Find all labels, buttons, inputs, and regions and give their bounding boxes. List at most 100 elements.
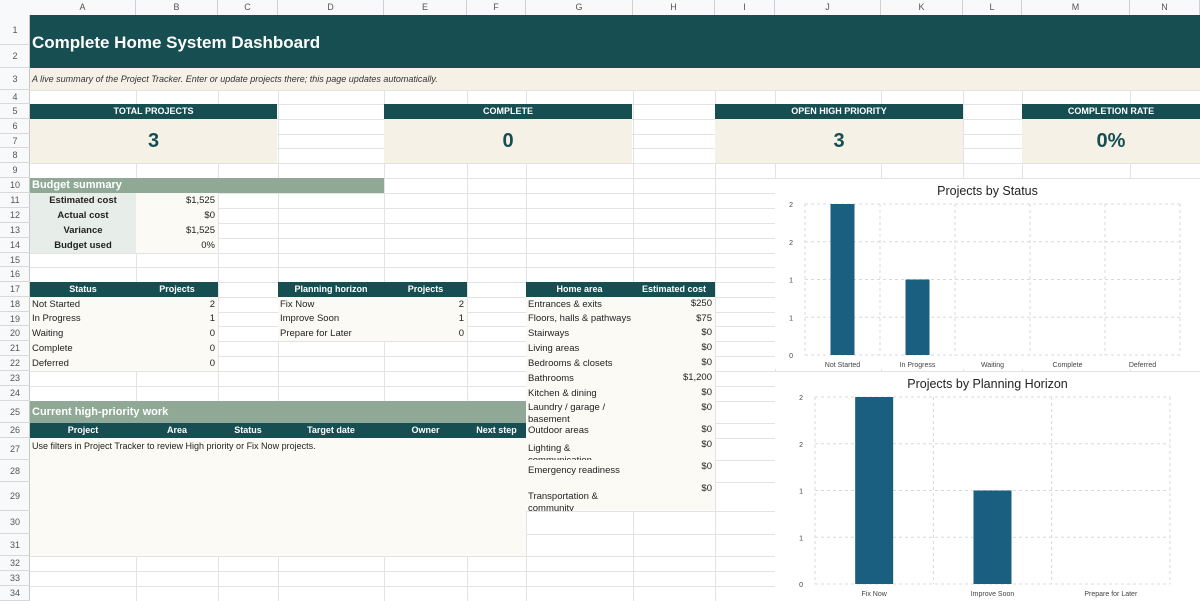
row-header[interactable]: 3 <box>0 68 30 90</box>
page-title: Complete Home System Dashboard <box>32 33 321 52</box>
column-header[interactable]: G <box>526 0 633 15</box>
status-table-row-label: Not Started <box>30 297 136 312</box>
row-header[interactable]: 29 <box>0 482 30 511</box>
area-table-row-value: $0 <box>701 461 712 472</box>
row-header[interactable]: 25 <box>0 401 30 423</box>
high-priority-header-cell: Next step <box>467 423 526 438</box>
chart-bar <box>830 204 855 355</box>
kpi-complete-label: COMPLETE <box>384 104 632 119</box>
row-header[interactable]: 11 <box>0 193 30 208</box>
area-table-row-label: Bedrooms & closets <box>528 357 613 369</box>
horizon-table-row-value: 0 <box>384 326 467 341</box>
area-table-row-label: Floors, halls & pathways <box>528 313 631 324</box>
row-header[interactable]: 10 <box>0 178 30 193</box>
budget-label: Actual cost <box>30 208 136 223</box>
area-table-row-value: $0 <box>701 387 712 398</box>
grid-line-horizontal <box>30 163 1200 164</box>
x-tick-label: Fix Now <box>862 591 888 598</box>
x-tick-label: Complete <box>1053 362 1083 369</box>
column-header[interactable]: I <box>715 0 775 15</box>
column-header[interactable]: M <box>1022 0 1130 15</box>
x-tick-label: Waiting <box>981 362 1004 369</box>
y-tick-label: 0 <box>789 353 793 360</box>
row-header[interactable]: 32 <box>0 556 30 571</box>
column-header[interactable]: F <box>467 0 526 15</box>
column-header[interactable]: D <box>278 0 384 15</box>
area-table-row-value: $0 <box>701 342 712 353</box>
y-tick-label: 2 <box>799 442 803 449</box>
area-table-row-value: $250 <box>690 298 712 309</box>
row-header[interactable]: 23 <box>0 371 30 386</box>
row-header[interactable]: 16 <box>0 267 30 282</box>
row-header[interactable]: 22 <box>0 356 30 371</box>
column-header[interactable]: B <box>136 0 218 15</box>
area-table-header-label: Home area <box>526 282 633 297</box>
row-header[interactable]: 30 <box>0 511 30 534</box>
row-header[interactable]: 19 <box>0 312 30 326</box>
y-tick-label: 1 <box>789 278 793 285</box>
row-header[interactable]: 28 <box>0 460 30 482</box>
column-header[interactable]: E <box>384 0 467 15</box>
row-header[interactable]: 17 <box>0 282 30 297</box>
high-priority-body <box>30 438 526 556</box>
row-header[interactable]: 24 <box>0 386 30 401</box>
status-table-row-value: 2 <box>136 297 218 312</box>
row-header[interactable]: 1 <box>0 15 30 45</box>
row-header[interactable]: 27 <box>0 438 30 460</box>
high-priority-heading: Current high-priority work <box>30 401 526 423</box>
area-table-row-label: Living areas <box>528 342 580 354</box>
column-header[interactable]: N <box>1130 0 1200 15</box>
column-header[interactable]: J <box>775 0 881 15</box>
horizon-table-header-value: Projects <box>384 282 467 297</box>
column-header[interactable]: K <box>881 0 963 15</box>
column-header[interactable]: C <box>218 0 278 15</box>
chart-title: Projects by Planning Horizon <box>907 377 1068 391</box>
row-header[interactable]: 2 <box>0 45 30 68</box>
row-header[interactable]: 21 <box>0 341 30 356</box>
row-header[interactable]: 13 <box>0 223 30 238</box>
row-header[interactable]: 9 <box>0 163 30 178</box>
budget-value: $1,525 <box>136 223 218 238</box>
subtitle-band: A live summary of the Project Tracker. E… <box>30 68 1200 90</box>
row-header[interactable]: 34 <box>0 586 30 601</box>
grid-line-vertical <box>715 15 716 601</box>
chart-bar <box>973 490 1012 584</box>
area-table-row-label: Laundry / garage / basement <box>528 402 606 423</box>
area-table-row-label: Kitchen & dining <box>528 387 597 399</box>
area-table-row-label: Emergency readiness <box>528 465 620 476</box>
status-table-header-label: Status <box>30 282 136 297</box>
y-tick-label: 1 <box>789 315 793 322</box>
area-table-row-value: $0 <box>701 483 712 494</box>
row-header[interactable]: 6 <box>0 119 30 134</box>
budget-label: Estimated cost <box>30 193 136 208</box>
kpi-high-priority-label: OPEN HIGH PRIORITY <box>715 104 963 119</box>
row-header[interactable]: 14 <box>0 238 30 253</box>
status-table-row-value: 0 <box>136 356 218 371</box>
row-header[interactable]: 26 <box>0 423 30 438</box>
status-table-row-value: 0 <box>136 341 218 356</box>
row-header[interactable]: 15 <box>0 253 30 267</box>
row-header[interactable]: 4 <box>0 90 30 104</box>
row-header[interactable]: 8 <box>0 148 30 163</box>
y-tick-label: 2 <box>789 240 793 247</box>
column-header[interactable]: H <box>633 0 715 15</box>
kpi-total-value: 3 <box>30 119 277 163</box>
area-table-row-value: $0 <box>701 327 712 338</box>
y-tick-label: 2 <box>789 202 793 209</box>
budget-value: $0 <box>136 208 218 223</box>
row-header[interactable]: 33 <box>0 571 30 586</box>
status-table-row-value: 1 <box>136 312 218 326</box>
kpi-completion-rate-label: COMPLETION RATE <box>1022 104 1200 119</box>
row-header[interactable]: 20 <box>0 326 30 341</box>
column-header[interactable]: A <box>30 0 136 15</box>
status-table-row-label: Deferred <box>30 356 136 371</box>
horizon-table-row-label: Prepare for Later <box>278 326 384 341</box>
row-header[interactable]: 7 <box>0 134 30 148</box>
row-header[interactable]: 18 <box>0 297 30 312</box>
row-header[interactable]: 12 <box>0 208 30 223</box>
status-chart-svg: Projects by Status 0 1 1 2 2 Not Started In Pro… <box>789 184 1181 369</box>
row-header[interactable]: 31 <box>0 534 30 556</box>
row-header[interactable]: 5 <box>0 104 30 119</box>
x-tick-label: Improve Soon <box>971 591 1015 598</box>
column-header[interactable]: L <box>963 0 1022 15</box>
